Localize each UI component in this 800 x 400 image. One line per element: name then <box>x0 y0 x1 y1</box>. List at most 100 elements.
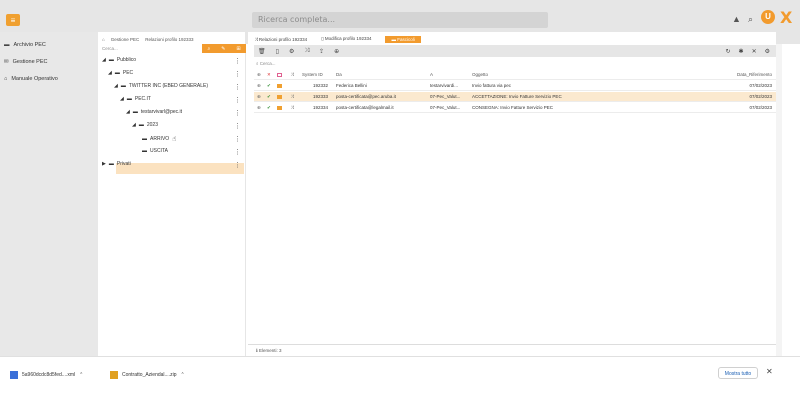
expand-row-icon[interactable]: ⊕ <box>257 103 265 113</box>
tab-relazioni-profilo[interactable]: Relazioni profilo 192333 <box>145 37 193 42</box>
delete-icon[interactable]: 🗑 <box>258 48 266 55</box>
brand-logo: X <box>780 8 793 27</box>
tree-search-input[interactable]: Cerca... <box>100 44 200 53</box>
shuffle-icon[interactable]: ⤨ <box>304 48 309 55</box>
cell-system-id: 192333 <box>312 94 328 99</box>
export-icon[interactable]: ⇪ <box>319 48 324 55</box>
tree-node-pec-it[interactable]: ◢ ▬ PEC.IT <box>120 96 151 102</box>
collapse-icon[interactable]: ◢ <box>102 57 106 63</box>
tree-action-group: ⌕ ✎ ⊞ <box>202 44 246 53</box>
column-header-data[interactable]: Data_Riferimento <box>732 70 774 80</box>
sidebar-item-manuale-operativo[interactable]: ⌂ Manuale Operativo <box>4 76 58 82</box>
more-options-icon[interactable]: ⋮ <box>234 161 241 169</box>
tab-modifica-profilo[interactable]: ▯ Modifica profilo 192334 <box>321 36 371 42</box>
expand-all-icon[interactable]: ⊕ <box>257 70 265 80</box>
shuffle-icon: ⤨ <box>290 94 294 99</box>
tree-node-pec[interactable]: ◢ ▬ PEC <box>108 70 133 76</box>
check-icon: ✔ <box>267 94 271 99</box>
table-row[interactable]: ⊕ ✔ 192332 Federica Bellini testarvivard… <box>254 81 776 91</box>
globe-icon[interactable]: ⊕ <box>334 48 339 55</box>
warning-icon[interactable]: ▲ <box>732 14 741 24</box>
close-icon[interactable]: ✕ <box>267 70 275 80</box>
tree-node-privati[interactable]: ▶ ▬ Privati <box>102 161 131 167</box>
expand-icon[interactable]: ▶ <box>102 161 106 167</box>
chevron-up-icon[interactable]: ⌃ <box>79 372 83 378</box>
table-row[interactable]: ⊕ ✔ ⤨ 192334 posta-certificata@legalmail… <box>254 103 776 113</box>
tree-node-pubblico[interactable]: ◢ ▬ Pubblico <box>102 57 136 63</box>
download-item[interactable]: 5a960dcdc8d5fed....xml ⌃ <box>10 371 83 379</box>
refresh-icon[interactable]: ↻ <box>726 48 731 55</box>
grid-icon[interactable]: ⊞ <box>236 46 240 52</box>
collapse-icon[interactable]: ◢ <box>120 96 124 102</box>
tree-node-twitter[interactable]: ◢ ▬ TWITTER INC (EBED GENERALE) <box>114 83 208 89</box>
collapse-icon[interactable]: ◢ <box>108 70 112 76</box>
application: ≡ Ricerca completa... ▲ ⌕ U X ▬ Archivio… <box>0 0 800 356</box>
home-icon[interactable]: ⌂ <box>102 37 105 42</box>
more-options-icon[interactable]: ⋮ <box>234 148 241 156</box>
download-item[interactable]: Contratto_Aziendal....zip ⌃ <box>110 371 185 379</box>
more-options-icon[interactable]: ⋮ <box>234 135 241 143</box>
expand-row-icon[interactable]: ⊕ <box>257 81 265 91</box>
more-options-icon[interactable]: ⋮ <box>234 122 241 130</box>
collapse-icon[interactable]: ◢ <box>126 109 130 115</box>
more-options-icon[interactable]: ⋮ <box>234 57 241 65</box>
tree-node-uscita[interactable]: ▬ USCITA <box>142 148 168 154</box>
column-header-da[interactable]: Da <box>336 70 426 80</box>
column-header-system-id[interactable]: System ID <box>302 70 330 80</box>
file-icon <box>10 371 18 379</box>
more-options-icon[interactable]: ⋮ <box>234 83 241 91</box>
folder-icon: ▬ <box>108 57 114 63</box>
sidebar-item-archivio-pec[interactable]: ▬ Archivio PEC <box>4 42 46 48</box>
more-options-icon[interactable]: ⋮ <box>234 109 241 117</box>
chevron-up-icon[interactable]: ⌃ <box>180 372 184 378</box>
more-options-icon[interactable]: ⋮ <box>234 96 241 104</box>
global-search-input[interactable]: Ricerca completa... <box>252 12 548 28</box>
mail-icon <box>277 92 287 102</box>
tree-node-mailbox[interactable]: ◢ ▬ testarvivarl@pec.it <box>126 109 182 115</box>
collapse-icon[interactable]: ◢ <box>114 83 118 89</box>
edit-icon[interactable]: ✎ <box>221 46 225 52</box>
toolbar-right-group: ↻ ✱ ✕ ⚙ <box>726 45 770 57</box>
table-row[interactable]: ⊕ ✔ ⤨ 192333 posta-certificata@pec.aruba… <box>254 92 776 102</box>
tree-panel: ⌂ Gestione PEC Relazioni profilo 192333 … <box>98 32 246 356</box>
tree-selection-highlight <box>116 163 244 174</box>
gear-icon[interactable]: ⚙ <box>765 48 770 55</box>
tree-node-2023[interactable]: ◢ ▬ 2023 <box>132 122 158 128</box>
main-tabs: ⤨ Relazioni profilo 192334 ▯ Modifica pr… <box>248 34 776 44</box>
folder-icon: ▬ <box>132 109 138 115</box>
close-icon[interactable]: ✕ <box>766 367 773 376</box>
cell-subject: ACCETTAZIONE: Invio Fatture Servizio PEC <box>472 94 562 99</box>
grid-toolbar: 🗑 ▯ ⚙ ⤨ ⇪ ⊕ ↻ ✱ ✕ ⚙ <box>254 45 776 57</box>
brush-icon[interactable]: ✱ <box>739 48 744 55</box>
folder-icon: ▬ <box>142 136 147 142</box>
tab-gestione-pec[interactable]: Gestione PEC <box>111 37 140 42</box>
tab-relazioni-profilo[interactable]: ⤨ Relazioni profilo 192334 <box>254 37 307 42</box>
grid-search-input[interactable]: ⌕ Cerca... <box>256 61 276 66</box>
cell-subject: Invio fattura via pec <box>472 83 512 88</box>
more-options-icon[interactable]: ⋮ <box>234 70 241 78</box>
tab-fascicoli[interactable]: ▬ Fascicoli <box>385 35 421 43</box>
column-header-oggetto[interactable]: Oggetto <box>472 70 632 80</box>
search-icon[interactable]: ⌕ <box>207 46 210 52</box>
settings-icon[interactable]: ⚙ <box>289 48 294 55</box>
tree-node-arrivo[interactable]: ▬ ARRIVO ☝ <box>142 135 176 143</box>
vertical-scrollbar[interactable] <box>776 44 782 356</box>
expand-row-icon[interactable]: ⊕ <box>257 92 265 102</box>
flag-header-icon <box>277 70 287 80</box>
chat-icon[interactable]: ⌕ <box>748 14 753 25</box>
search-icon: ⌕ <box>256 61 259 66</box>
cell-system-id: 192334 <box>312 105 328 110</box>
user-avatar[interactable]: U <box>761 10 775 24</box>
sidebar-item-gestione-pec[interactable]: ✉ Gestione PEC <box>4 59 47 65</box>
grid-status: ℹ Elementi: 3 <box>256 348 282 354</box>
column-header-a[interactable]: A <box>430 70 468 80</box>
status-count: Elementi: 3 <box>258 348 282 353</box>
new-document-icon[interactable]: ▯ <box>276 48 279 55</box>
collapse-icon[interactable]: ◢ <box>132 122 136 128</box>
menu-button[interactable]: ≡ <box>6 14 20 26</box>
download-bar: 5a960dcdc8d5fed....xml ⌃ Contratto_Azien… <box>0 356 800 400</box>
show-all-button[interactable]: Mostra tutto <box>718 367 758 379</box>
search-placeholder: Ricerca completa... <box>258 15 336 24</box>
excel-icon[interactable]: ✕ <box>752 48 757 55</box>
folder-icon: ▬ <box>126 96 132 102</box>
